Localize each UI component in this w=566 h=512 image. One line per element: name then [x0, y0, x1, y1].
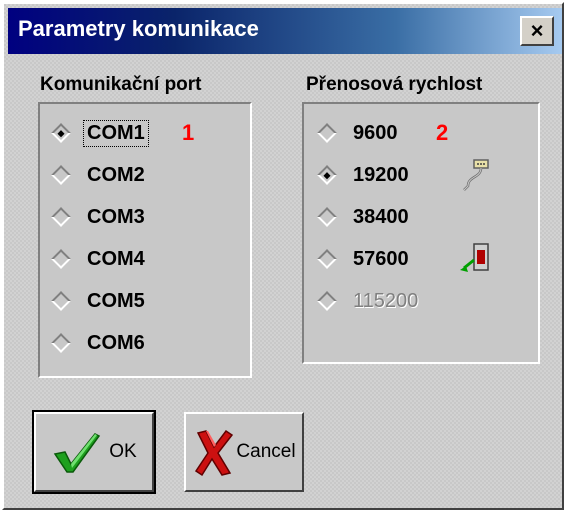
radio-label-com2: COM2: [87, 163, 145, 186]
radio-9600[interactable]: 9600: [316, 116, 401, 150]
radio-button[interactable]: [51, 165, 71, 185]
radio-label-com3: COM3: [87, 205, 145, 228]
window-title: Parametry komunikace: [18, 16, 259, 41]
close-icon: ×: [530, 18, 544, 43]
cancel-button-label: Cancel: [236, 441, 296, 462]
radio-button-checked[interactable]: [51, 123, 71, 143]
radio-38400[interactable]: 38400: [316, 200, 412, 234]
speed-group-title: Přenosová rychlost: [306, 74, 483, 95]
radio-button[interactable]: [51, 291, 71, 311]
green-checkmark-icon: [54, 433, 101, 473]
dialog-window: Parametry komunikace × Komunikační port …: [2, 2, 564, 510]
radio-com1[interactable]: COM1: [50, 116, 149, 150]
radio-button[interactable]: [317, 207, 337, 227]
radio-com3[interactable]: COM3: [50, 200, 148, 234]
device-connector-icon: [460, 243, 489, 272]
radio-57600[interactable]: 57600: [316, 242, 412, 276]
radio-label-57600: 57600: [353, 247, 409, 270]
radio-label-115200: 115200: [353, 289, 419, 312]
radio-label-com4: COM4: [87, 247, 145, 270]
radio-label-com5: COM5: [87, 289, 145, 312]
radio-com5[interactable]: COM5: [50, 284, 148, 318]
red-x-icon: [195, 429, 234, 477]
radio-19200[interactable]: 19200: [316, 158, 412, 192]
radio-button[interactable]: [51, 207, 71, 227]
radio-button[interactable]: [317, 123, 337, 143]
speed-annotation-number: 2: [436, 120, 449, 145]
cancel-button[interactable]: Cancel: [184, 412, 304, 492]
close-button[interactable]: ×: [520, 16, 554, 46]
ok-button[interactable]: OK: [32, 410, 156, 494]
radio-button[interactable]: [317, 249, 337, 269]
radio-button-disabled: [317, 291, 337, 311]
ok-button-label: OK: [109, 441, 137, 462]
radio-label-9600: 9600: [353, 121, 398, 144]
radio-com6[interactable]: COM6: [50, 326, 148, 360]
title-bar[interactable]: Parametry komunikace ×: [8, 8, 562, 54]
port-annotation-number: 1: [182, 120, 195, 145]
serial-cable-icon: [463, 159, 489, 191]
radio-button[interactable]: [51, 333, 71, 353]
radio-115200[interactable]: 115200: [316, 284, 421, 318]
radio-label-19200: 19200: [353, 163, 409, 186]
port-group-title: Komunikační port: [40, 74, 202, 95]
radio-com2[interactable]: COM2: [50, 158, 148, 192]
radio-label-com1: COM1: [83, 119, 149, 147]
radio-label-38400: 38400: [353, 205, 409, 228]
radio-com4[interactable]: COM4: [50, 242, 148, 276]
radio-button[interactable]: [51, 249, 71, 269]
radio-button-checked[interactable]: [317, 165, 337, 185]
radio-label-com6: COM6: [87, 331, 145, 354]
